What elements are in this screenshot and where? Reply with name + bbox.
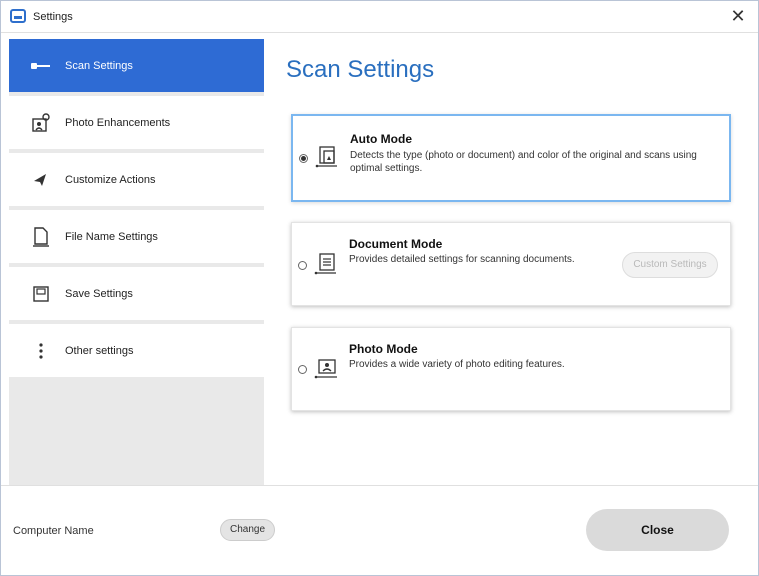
page-title: Scan Settings: [286, 56, 435, 83]
close-window-icon[interactable]: ✕: [728, 6, 748, 26]
auto-mode-card[interactable]: Auto Mode Detects the type (photo or doc…: [291, 114, 731, 202]
title-bar: Settings ✕: [1, 1, 758, 33]
auto-mode-description: Detects the type (photo or document) and…: [350, 150, 697, 174]
footer-divider: [1, 485, 758, 486]
sidebar-item-customize-actions[interactable]: Customize Actions: [9, 153, 264, 208]
vertical-dots-icon: [31, 341, 51, 361]
close-button[interactable]: Close: [586, 509, 729, 551]
app-scanner-icon: [10, 9, 26, 23]
sidebar-item-label: File Name Settings: [65, 230, 158, 243]
sidebar-item-label: Photo Enhancements: [65, 116, 171, 129]
photo-mode-card[interactable]: Photo Mode Provides a wide variety of ph…: [291, 327, 731, 411]
sidebar: Scan Settings Photo Enhancements Customi…: [9, 39, 264, 485]
sidebar-item-label: Other settings: [65, 344, 134, 357]
auto-mode-heading: Auto Mode: [350, 132, 412, 146]
sidebar-item-label: Save Settings: [65, 287, 133, 300]
computer-name-label: Computer Name: [13, 525, 94, 537]
photo-mode-radio[interactable]: [298, 365, 307, 374]
photo-mode-icon: [314, 355, 340, 381]
sidebar-item-label: Scan Settings: [65, 59, 133, 72]
photo-enhance-icon: [31, 112, 51, 133]
document-mode-card[interactable]: Document Mode Provides detailed settings…: [291, 222, 731, 306]
sidebar-item-other-settings[interactable]: Other settings: [9, 324, 264, 379]
change-button[interactable]: Change: [220, 519, 275, 541]
custom-settings-button[interactable]: Custom Settings: [622, 252, 718, 278]
document-mode-icon: [314, 251, 340, 277]
file-icon: [31, 226, 51, 247]
document-mode-radio[interactable]: [298, 261, 307, 270]
scanner-icon: [31, 56, 51, 76]
sidebar-item-scan-settings[interactable]: Scan Settings: [9, 39, 264, 94]
sidebar-item-save-settings[interactable]: Save Settings: [9, 267, 264, 322]
save-folder-icon: [31, 284, 51, 304]
photo-mode-heading: Photo Mode: [349, 342, 418, 356]
window-title: Settings: [33, 11, 73, 23]
auto-mode-radio[interactable]: [299, 154, 308, 163]
action-arrow-icon: [31, 170, 51, 190]
document-mode-description: Provides detailed settings for scanning …: [349, 254, 575, 265]
sidebar-item-photo-enhancements[interactable]: Photo Enhancements: [9, 96, 264, 151]
document-mode-heading: Document Mode: [349, 237, 443, 251]
photo-mode-description: Provides a wide variety of photo editing…: [349, 359, 565, 370]
sidebar-item-file-name-settings[interactable]: File Name Settings: [9, 210, 264, 265]
settings-window: Settings ✕ Scan Settings Photo Enhanceme…: [0, 0, 759, 576]
auto-mode-icon: [315, 144, 341, 170]
sidebar-item-label: Customize Actions: [65, 173, 156, 186]
